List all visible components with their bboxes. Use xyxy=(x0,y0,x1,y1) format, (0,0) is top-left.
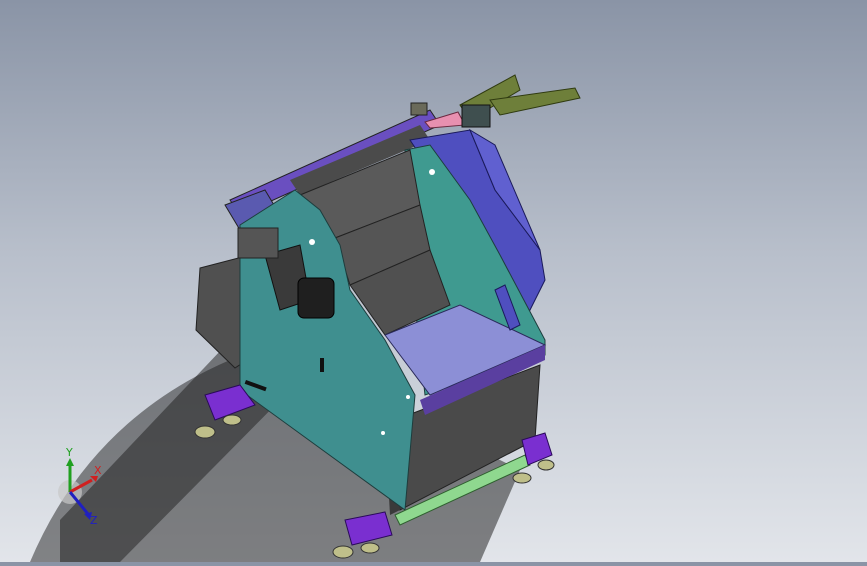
slot xyxy=(320,358,324,372)
x-axis-label: X xyxy=(94,464,102,477)
caster-wheel xyxy=(537,459,555,471)
cad-viewport[interactable]: Y X Z xyxy=(0,0,867,562)
caster-wheel xyxy=(512,472,532,484)
hole xyxy=(381,431,385,435)
hole xyxy=(406,395,410,399)
caster-wheel xyxy=(332,545,354,559)
bracket xyxy=(410,102,428,116)
hole xyxy=(309,239,315,245)
gearbox xyxy=(237,227,279,259)
z-axis-label: Z xyxy=(90,514,98,527)
y-axis-label: Y xyxy=(65,446,73,459)
caster-wheel xyxy=(222,414,242,426)
caster-wheel xyxy=(194,425,216,439)
hole xyxy=(429,169,435,175)
motor-cap xyxy=(297,277,335,319)
model-canvas[interactable] xyxy=(0,0,867,562)
gripper-block xyxy=(461,104,491,128)
caster-wheel xyxy=(360,542,380,554)
coordinate-triad: Y X Z xyxy=(40,440,120,540)
